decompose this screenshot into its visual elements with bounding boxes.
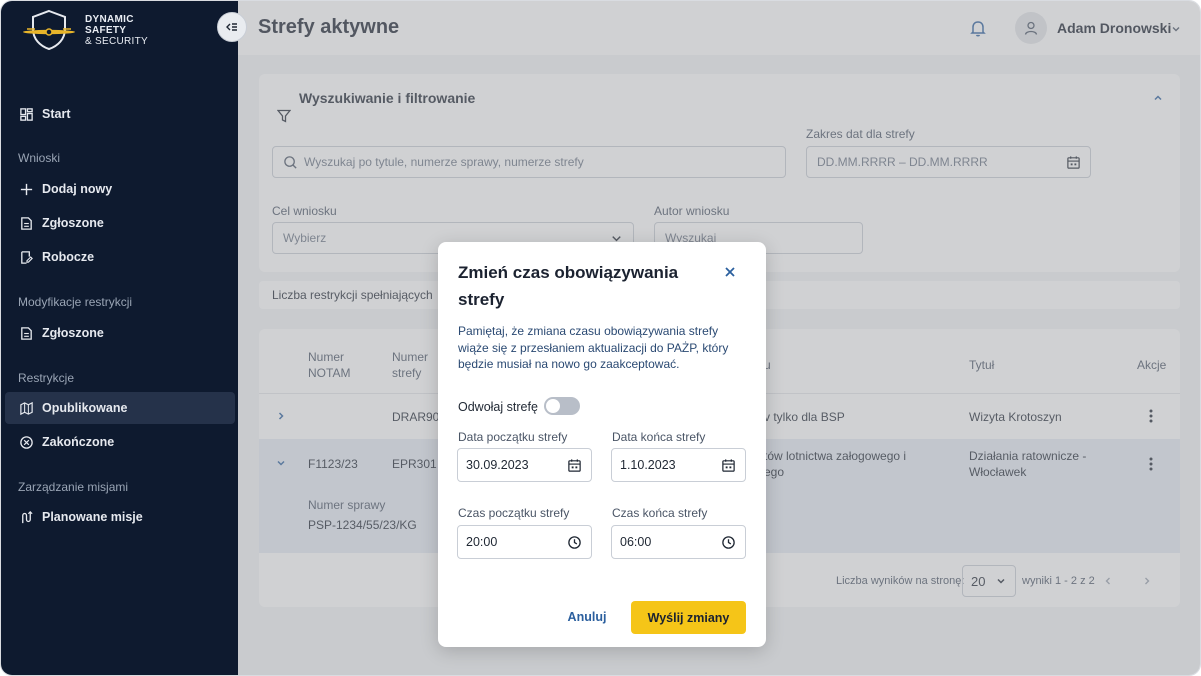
calendar-icon[interactable] (567, 458, 582, 473)
modal-title: Zmień czas obowiązywania strefy (458, 263, 679, 309)
sidebar-item-mod-submitted[interactable]: Zgłoszone (5, 317, 235, 349)
calendar-icon[interactable] (721, 458, 736, 473)
end-time-value: 06:00 (620, 535, 652, 549)
modal-description: Pamiętaj, że zmiana czasu obowiązywania … (458, 324, 729, 371)
cancel-zone-toggle[interactable] (544, 397, 580, 415)
sidebar-section-missions: Zarządzanie misjami (18, 480, 129, 494)
brand-text: DYNAMIC SAFETY & SECURITY (85, 14, 148, 47)
toggle-knob (546, 399, 560, 413)
start-date-input[interactable]: 30.09.2023 (457, 448, 592, 482)
sidebar-item-drafts[interactable]: Robocze (5, 241, 235, 273)
submit-changes-button[interactable]: Wyślij zmiany (631, 601, 746, 634)
start-time-label: Czas początku strefy (458, 506, 570, 520)
document-icon (21, 326, 32, 340)
sidebar-item-label: Robocze (42, 250, 95, 264)
app-frame: DYNAMIC SAFETY & SECURITY Start Wnioski … (0, 0, 1201, 676)
end-date-value: 1.10.2023 (620, 458, 676, 472)
sidebar-item-published[interactable]: Opublikowane (5, 392, 235, 424)
sidebar-section-wnioski: Wnioski (18, 151, 61, 165)
close-circle-icon (20, 435, 33, 449)
close-icon[interactable] (723, 265, 737, 279)
start-date-label: Data początku strefy (458, 430, 568, 444)
sidebar-item-label: Zakończone (42, 435, 115, 449)
sidebar-item-add-new[interactable]: Dodaj nowy (5, 173, 235, 205)
sidebar-item-label: Opublikowane (42, 401, 128, 415)
sidebar-section-restrictions: Restrykcje (18, 371, 75, 385)
route-icon (22, 510, 33, 523)
sidebar-item-planned-missions[interactable]: Planowane misje (5, 501, 235, 533)
end-date-input[interactable]: 1.10.2023 (611, 448, 746, 482)
dashboard-icon (20, 107, 33, 121)
clock-icon[interactable] (721, 535, 736, 550)
sidebar-item-finished[interactable]: Zakończone (5, 426, 235, 458)
start-date-value: 30.09.2023 (466, 458, 529, 472)
plus-icon (20, 183, 33, 195)
sidebar-item-label: Zgłoszone (42, 216, 104, 230)
edit-document-icon (21, 250, 33, 264)
shield-drone-logo-icon (23, 9, 75, 51)
sidebar-item-label: Planowane misje (42, 510, 143, 524)
brand-line3: & SECURITY (85, 35, 149, 47)
brand-line1: DYNAMIC (85, 13, 134, 25)
end-time-input[interactable]: 06:00 (611, 525, 746, 559)
cancel-button[interactable]: Anuluj (558, 601, 616, 633)
brand-logo[interactable]: DYNAMIC SAFETY & SECURITY (21, 9, 148, 51)
sidebar-item-label: Dodaj nowy (42, 182, 113, 196)
sidebar-item-label: Start (42, 107, 71, 121)
document-icon (21, 216, 32, 230)
map-icon (20, 401, 33, 415)
sidebar: DYNAMIC SAFETY & SECURITY Start Wnioski … (1, 1, 238, 675)
collapse-menu-icon (226, 23, 237, 31)
change-zone-time-modal: Zmień czas obowiązywania strefy Pamiętaj… (438, 242, 766, 647)
brand-line2: SAFETY (85, 24, 127, 36)
cancel-zone-toggle-label: Odwołaj strefę (458, 400, 538, 414)
start-time-value: 20:00 (466, 535, 498, 549)
start-time-input[interactable]: 20:00 (457, 525, 592, 559)
sidebar-item-submitted[interactable]: Zgłoszone (5, 207, 235, 239)
sidebar-section-modifications: Modyfikacje restrykcji (18, 295, 133, 309)
end-time-label: Czas końca strefy (612, 506, 708, 520)
sidebar-item-label: Zgłoszone (42, 326, 104, 340)
sidebar-item-start[interactable]: Start (5, 98, 235, 130)
end-date-label: Data końca strefy (612, 430, 706, 444)
clock-icon[interactable] (567, 535, 582, 550)
sidebar-collapse-button[interactable] (217, 12, 247, 42)
